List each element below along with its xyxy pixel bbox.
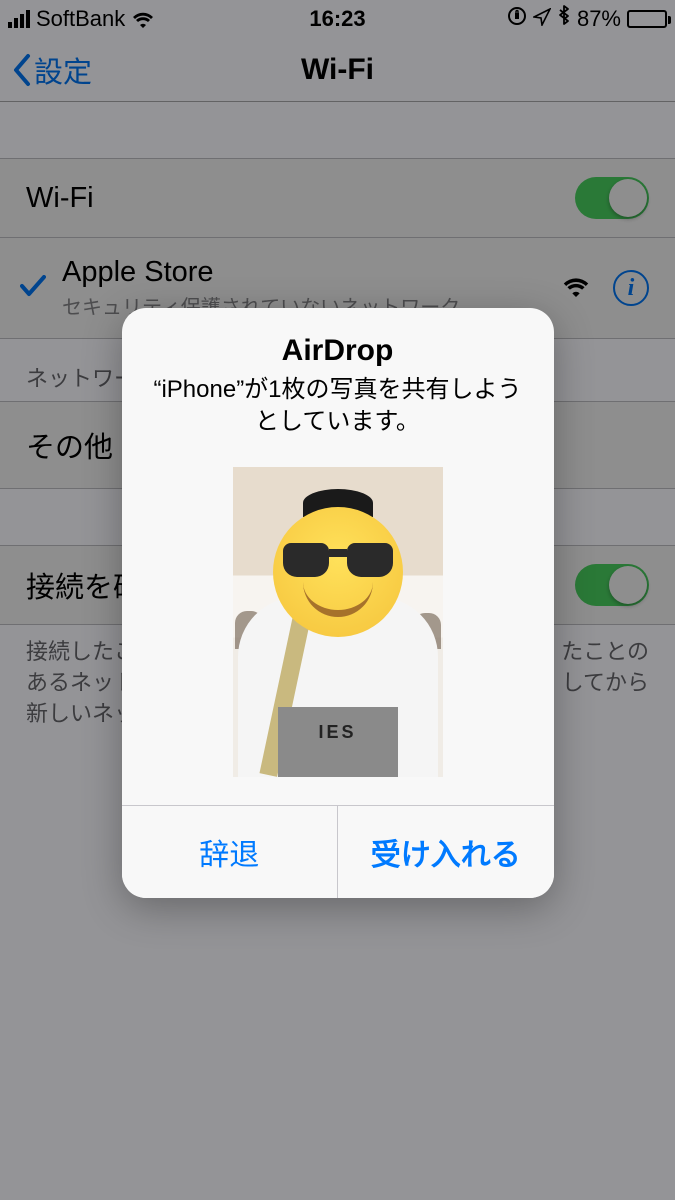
alert-title: AirDrop	[146, 334, 530, 368]
alert-message: “iPhone”が1枚の写真を共有しようとしています。	[146, 374, 530, 439]
modal-overlay: AirDrop “iPhone”が1枚の写真を共有しようとしています。 IES	[0, 0, 675, 1200]
sunglasses-emoji-icon	[273, 507, 403, 637]
airdrop-preview-image: IES	[233, 467, 443, 777]
accept-button[interactable]: 受け入れる	[337, 806, 554, 898]
airdrop-alert: AirDrop “iPhone”が1枚の写真を共有しようとしています。 IES	[122, 308, 554, 898]
decline-button[interactable]: 辞退	[122, 806, 338, 898]
